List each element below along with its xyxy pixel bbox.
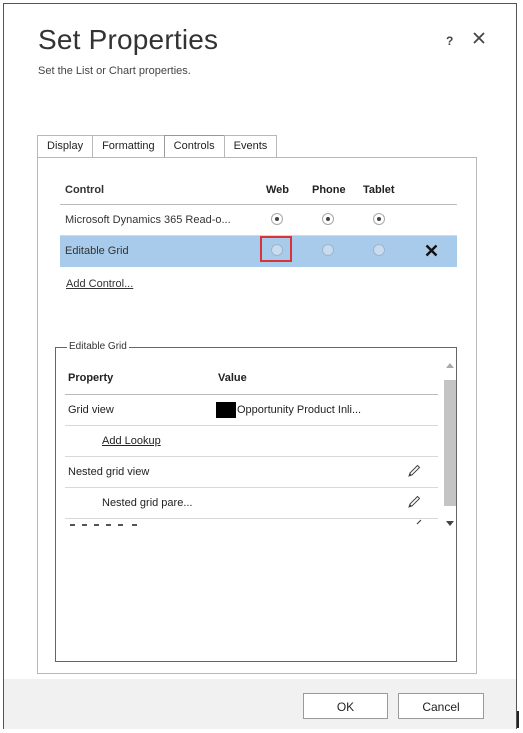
- pencil-icon[interactable]: [407, 495, 421, 509]
- column-header-tablet: Tablet: [363, 184, 395, 196]
- column-header-value: Value: [218, 372, 247, 384]
- control-row-readonly-grid[interactable]: Microsoft Dynamics 365 Read-o...: [60, 205, 457, 236]
- control-row-editable-grid[interactable]: Editable Grid: [60, 236, 457, 267]
- tab-controls[interactable]: Controls: [163, 135, 225, 159]
- column-header-web: Web: [266, 184, 290, 196]
- entity-color-swatch: [216, 402, 236, 418]
- property-row-nested-grid-view[interactable]: Nested grid view: [65, 457, 438, 488]
- pencil-icon[interactable]: [407, 464, 421, 478]
- property-row-nested-grid-parent[interactable]: Nested grid pare...: [65, 488, 438, 519]
- tab-display[interactable]: Display: [37, 135, 94, 158]
- close-icon[interactable]: [472, 31, 486, 45]
- controls-table: Control Web Phone Tablet Microsoft Dynam…: [60, 176, 457, 267]
- window-edge-marker: [517, 711, 519, 728]
- editable-grid-groupbox: Editable Grid Property Value Grid view O…: [55, 341, 457, 662]
- help-icon[interactable]: ?: [446, 34, 453, 48]
- add-lookup-link[interactable]: Add Lookup: [102, 426, 161, 456]
- scroll-down-arrow-icon[interactable]: [446, 521, 454, 527]
- property-table: Property Value Grid view Opportunity Pro…: [65, 362, 438, 527]
- delete-x-icon[interactable]: [425, 244, 438, 257]
- phone-radio[interactable]: [322, 213, 334, 225]
- ok-button[interactable]: OK: [303, 693, 388, 719]
- phone-radio[interactable]: [322, 244, 334, 256]
- dialog-subtitle: Set the List or Chart properties.: [38, 65, 191, 77]
- property-table-header: Property Value: [65, 362, 438, 395]
- groupbox-legend: Editable Grid: [67, 341, 129, 352]
- tablet-radio[interactable]: [373, 244, 385, 256]
- property-value: Opportunity Product Inli...: [237, 404, 362, 416]
- property-row-partial: [65, 519, 438, 527]
- dialog-title: Set Properties: [38, 24, 219, 55]
- set-properties-dialog: Set Properties Set the List or Chart pro…: [3, 3, 517, 729]
- tab-events[interactable]: Events: [223, 135, 278, 158]
- tab-formatting[interactable]: Formatting: [92, 135, 165, 158]
- controls-tab-panel: Control Web Phone Tablet Microsoft Dynam…: [37, 157, 477, 674]
- tablet-radio[interactable]: [373, 213, 385, 225]
- web-radio[interactable]: [271, 244, 283, 256]
- tab-strip: Display Formatting Controls Events: [37, 135, 278, 159]
- column-header-control: Control: [65, 184, 105, 196]
- dialog-footer: OK Cancel: [4, 679, 516, 729]
- add-control-link[interactable]: Add Control...: [66, 278, 133, 290]
- clipped-text-fragment: [70, 524, 137, 526]
- property-label: Nested grid view: [68, 466, 150, 478]
- property-scrollbar[interactable]: [444, 358, 456, 540]
- scroll-up-arrow-icon[interactable]: [446, 362, 454, 368]
- control-name: Editable Grid: [65, 245, 129, 257]
- property-label: Nested grid pare...: [102, 497, 193, 509]
- pencil-icon-partial: [416, 519, 422, 525]
- property-row-grid-view[interactable]: Grid view Opportunity Product Inli...: [65, 395, 438, 426]
- controls-table-header: Control Web Phone Tablet: [60, 176, 457, 205]
- control-name: Microsoft Dynamics 365 Read-o...: [65, 214, 231, 226]
- cancel-button[interactable]: Cancel: [398, 693, 484, 719]
- property-label: Grid view: [68, 404, 114, 416]
- column-header-property: Property: [68, 372, 114, 384]
- column-header-phone: Phone: [312, 184, 346, 196]
- scroll-thumb[interactable]: [444, 380, 456, 506]
- web-radio[interactable]: [271, 213, 283, 225]
- property-row-add-lookup: Add Lookup: [65, 426, 438, 457]
